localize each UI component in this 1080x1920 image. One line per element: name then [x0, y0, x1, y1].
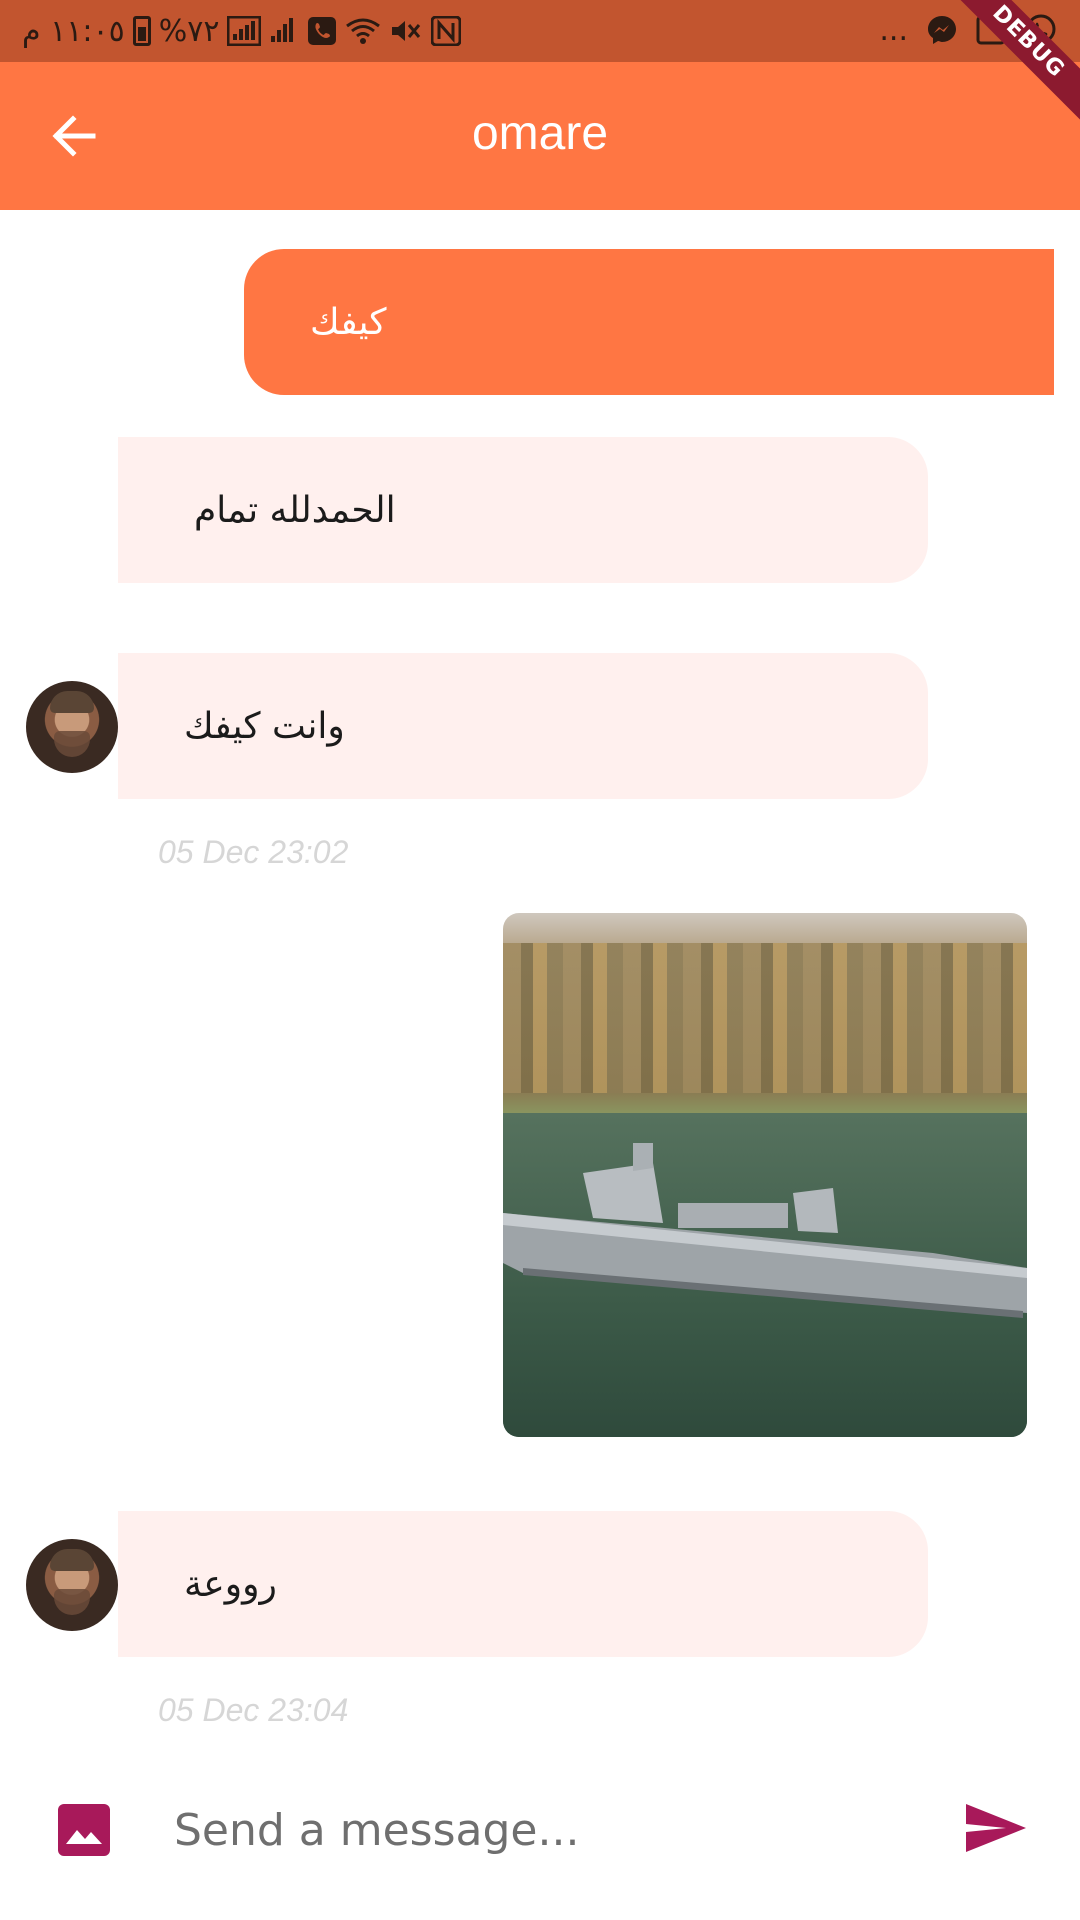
send-button[interactable] [962, 1800, 1030, 1856]
status-time: ١١:٠٥ م [22, 13, 125, 49]
message-text: كيفك [310, 301, 387, 343]
avatar[interactable] [26, 681, 118, 773]
image-picker-button[interactable] [58, 1804, 110, 1856]
chat-title: omare [471, 107, 609, 160]
message-bubble-incoming[interactable]: وانت كيفك [118, 653, 928, 799]
nfc-icon [431, 16, 462, 46]
message-timestamp: 05 Dec 23:04 [158, 1692, 349, 1728]
image-icon [66, 1830, 102, 1844]
status-bar: ١١:٠٥ م %٧٢ ... DEBUG [0, 0, 1080, 126]
message-text: الحمدلله تمام [194, 489, 396, 531]
phone-icon [308, 17, 337, 45]
signal-2-icon [271, 18, 294, 42]
battery-icon [132, 16, 151, 46]
more-notifications-icon: ... [879, 12, 908, 48]
signal-icon [227, 16, 262, 46]
message-text: وانت كيفك [184, 705, 345, 747]
image-trees [503, 943, 1027, 1093]
image-message[interactable] [503, 913, 1027, 1437]
message-bubble-outgoing[interactable]: كيفك [244, 249, 1054, 395]
wifi-icon [346, 18, 381, 44]
message-input[interactable] [150, 1790, 958, 1870]
battery-percent: %٧٢ [158, 13, 220, 49]
mute-icon [392, 21, 421, 41]
message-bubble-incoming[interactable]: الحمدلله تمام [118, 437, 928, 583]
app-bar: omare [0, 62, 1080, 210]
message-bubble-incoming[interactable]: رووعة [118, 1511, 928, 1657]
ship-image [503, 1143, 1027, 1318]
messenger-icon [928, 16, 956, 44]
avatar[interactable] [26, 1539, 118, 1631]
send-icon [966, 1804, 1026, 1852]
message-text: رووعة [184, 1563, 277, 1605]
status-left: ١١:٠٥ م %٧٢ [22, 10, 462, 52]
message-timestamp: 05 Dec 23:02 [158, 834, 349, 870]
